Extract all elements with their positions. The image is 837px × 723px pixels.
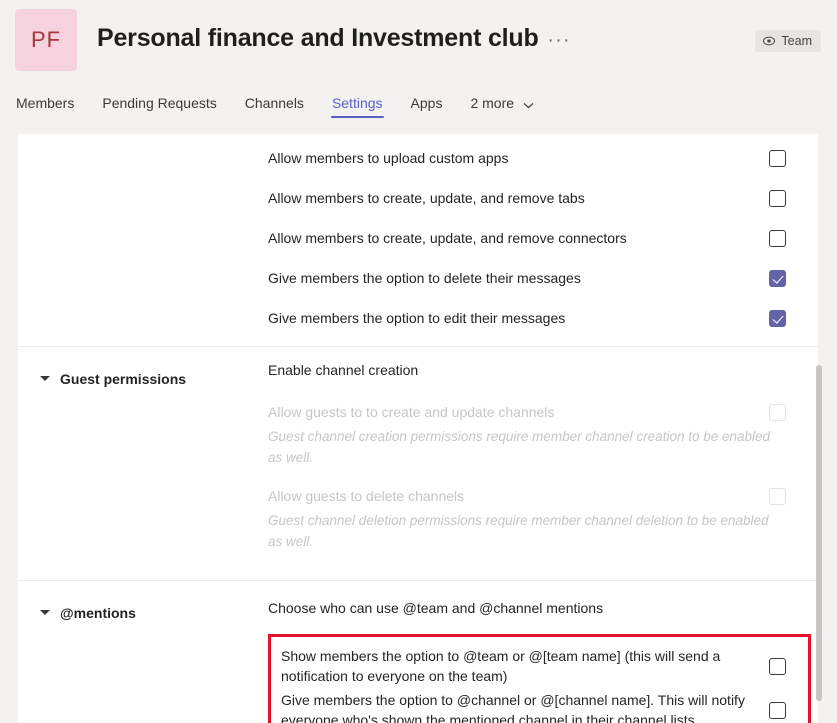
section-body: Choose who can use @team and @channel me… (268, 581, 818, 723)
mentions-lead-label: Choose who can use @team and @channel me… (268, 600, 604, 616)
guest-setting-block: Allow guests to to create and update cha… (268, 398, 818, 468)
tab-label: Settings (331, 95, 383, 111)
setting-label: Give members the option to delete their … (268, 270, 581, 286)
setting-label: Show members the option to @team or @[te… (281, 648, 721, 684)
section-title: Guest permissions (60, 371, 187, 387)
setting-help-text: Guest channel creation permissions requi… (268, 429, 771, 465)
section-guest-permissions: Guest permissions Enable channel creatio… (18, 346, 818, 580)
avatar-initials: PF (30, 27, 62, 52)
section-body: Allow members to upload custom apps Allo… (268, 134, 818, 346)
chevron-collapse-icon[interactable] (40, 610, 50, 615)
setting-row: Allow guests to to create and update cha… (268, 398, 818, 426)
checkbox-edit-their-messages[interactable] (769, 309, 786, 327)
page-title: Personal finance and Investment club (97, 24, 539, 52)
guest-setting-block: Allow guests to delete channels Guest ch… (268, 482, 818, 552)
tab-label: 2 more (470, 95, 515, 111)
tab-pending-requests[interactable]: Pending Requests (88, 95, 230, 120)
setting-label: Allow guests to to create and update cha… (268, 404, 555, 420)
setting-row: Allow guests to delete channels (268, 482, 818, 510)
tab-channels[interactable]: Channels (231, 95, 318, 120)
setting-label: Allow guests to delete channels (268, 488, 465, 504)
eye-icon (762, 34, 776, 48)
setting-row: Allow members to create, update, and rem… (268, 218, 818, 258)
tab-members[interactable]: Members (16, 95, 88, 120)
team-header: PF Personal finance and Investment club … (0, 0, 837, 95)
tab-settings[interactable]: Settings (318, 95, 397, 120)
vertical-scrollbar-thumb[interactable] (816, 365, 822, 701)
checkbox-upload-custom-apps[interactable] (769, 149, 786, 167)
setting-row: Give members the option to @channel or @… (271, 688, 808, 723)
more-options-icon[interactable]: ··· (548, 31, 571, 50)
section-header: Guest permissions (18, 347, 268, 580)
section-title: @mentions (60, 605, 136, 621)
guest-lead-row: Enable channel creation (268, 360, 818, 398)
team-badge-label: Team (781, 34, 812, 48)
tab-label: Channels (244, 95, 304, 111)
setting-row: Allow members to create, update, and rem… (268, 178, 818, 218)
chevron-collapse-icon[interactable] (40, 376, 50, 381)
setting-row: Allow members to upload custom apps (268, 138, 818, 178)
settings-content: Allow members to upload custom apps Allo… (18, 134, 818, 723)
tab-more-overflow[interactable]: 2 more (456, 95, 547, 121)
checkbox-create-update-remove-connectors[interactable] (769, 229, 786, 247)
section-body: Enable channel creation Allow guests to … (268, 347, 818, 580)
setting-label: Allow members to upload custom apps (268, 150, 509, 166)
checkbox-channel-mentions[interactable] (769, 701, 786, 719)
setting-label: Allow members to create, update, and rem… (268, 190, 585, 206)
setting-label: Allow members to create, update, and rem… (268, 230, 627, 246)
tab-apps[interactable]: Apps (397, 95, 457, 120)
setting-row: Give members the option to edit their me… (268, 298, 818, 338)
setting-help-text: Guest channel deletion permissions requi… (268, 513, 769, 549)
title-group: Personal finance and Investment club ··· (97, 24, 571, 53)
setting-row: Give members the option to delete their … (268, 258, 818, 298)
chevron-down-icon (523, 96, 534, 112)
checkbox-delete-their-messages[interactable] (769, 269, 786, 287)
team-avatar: PF (15, 9, 77, 71)
checkbox-guests-delete-channels (769, 487, 786, 505)
tab-label: Members (16, 95, 75, 111)
team-visibility-badge: Team (755, 30, 821, 52)
section-mentions: @mentions Choose who can use @team and @… (18, 580, 818, 723)
checkbox-team-mentions[interactable] (769, 657, 786, 675)
checkbox-create-update-remove-tabs[interactable] (769, 189, 786, 207)
section-header (18, 134, 268, 346)
section-header: @mentions (18, 581, 268, 723)
team-tabs: Members Pending Requests Channels Settin… (0, 95, 837, 134)
tab-label: Pending Requests (102, 95, 217, 111)
checkbox-guests-create-update-channels (769, 403, 786, 421)
setting-label: Give members the option to edit their me… (268, 310, 566, 326)
tab-label: Apps (410, 95, 443, 111)
mentions-lead-row: Choose who can use @team and @channel me… (268, 594, 818, 634)
highlight-annotation-box: Show members the option to @team or @[te… (268, 634, 811, 723)
section-member-permissions: Allow members to upload custom apps Allo… (18, 134, 818, 346)
guest-lead-label: Enable channel creation (268, 362, 419, 378)
setting-row: Show members the option to @team or @[te… (271, 644, 808, 688)
setting-label: Give members the option to @channel or @… (281, 692, 745, 723)
